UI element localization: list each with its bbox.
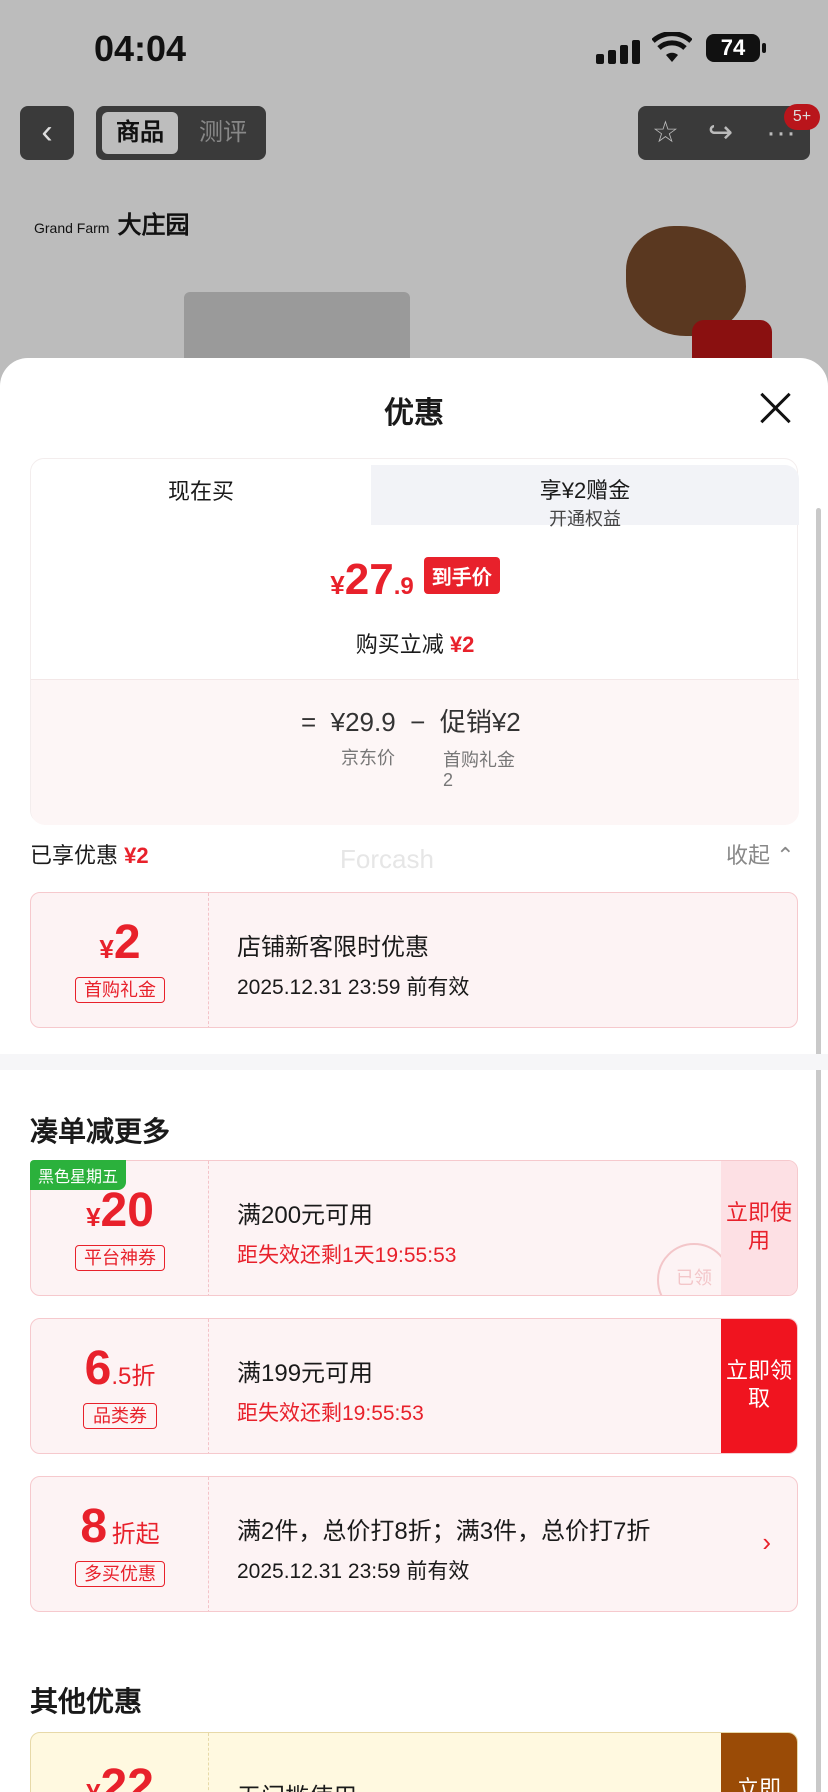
coupon-other: ¥22 无门槛使用 立即 — [30, 1732, 798, 1792]
reduction-text: 购买立减 ¥2 — [355, 632, 475, 657]
watermark: Forcash — [340, 844, 434, 874]
back-button[interactable]: ‹ — [20, 106, 74, 160]
price-card: 享¥2赠金 开通权益 现在买 ¥27.9 到手价 购买立减 ¥2 = ¥29.9 … — [30, 458, 799, 825]
section-divider — [0, 1054, 828, 1070]
chevron-right-icon[interactable]: › — [762, 1527, 771, 1558]
wifi-icon — [652, 32, 692, 62]
tab-review[interactable]: 测评 — [192, 112, 254, 154]
other-section-title: 其他优惠 — [30, 1686, 143, 1717]
price-breakdown: = ¥29.9 − 促销¥2 京东价 首购礼金 2 — [31, 679, 799, 825]
tab-buy-now[interactable]: 现在买 — [31, 459, 371, 525]
scrollbar[interactable] — [816, 508, 821, 1792]
cellular-signal-icon — [596, 38, 642, 64]
sheet-title: 优惠 — [384, 397, 444, 430]
coupon-platform: ¥20 平台神券 满200元可用 距失效还剩1天19:55:53 已领 立即使用 — [30, 1160, 798, 1296]
tab-product[interactable]: 商品 — [102, 112, 178, 154]
use-now-button[interactable]: 立即使用 — [721, 1161, 797, 1295]
tab-bonus[interactable]: 享¥2赠金 开通权益 — [371, 465, 799, 529]
brand-logo: Grand Farm 大庄园 — [34, 212, 190, 239]
status-bar: 04:04 74 — [0, 0, 828, 100]
black-friday-badge: 黑色星期五 — [30, 1160, 127, 1190]
more-section-title: 凑单减更多 — [30, 1116, 171, 1147]
discount-sheet: 优惠 享¥2赠金 开通权益 现在买 ¥27.9 到手价 购买立减 ¥2 = ¥29… — [0, 358, 828, 1792]
battery-icon: 74 — [706, 34, 766, 62]
claim-now-button[interactable]: 立即领取 — [721, 1319, 797, 1453]
clock: 04:04 — [94, 28, 187, 69]
coupon-category: 6.5折 品类券 满199元可用 距失效还剩19:55:53 立即领取 — [30, 1318, 798, 1454]
coupon-multibuy[interactable]: 8 折起 多买优惠 满2件，总价打8折；满3件，总价打7折 2025.12.31… — [30, 1476, 798, 1612]
enjoyed-coupon: ¥2 首购礼金 店铺新客限时优惠 2025.12.31 23:59 前有效 — [30, 892, 798, 1028]
claimed-stamp: 已领 — [657, 1243, 731, 1295]
top-tabs: 商品 测评 — [96, 106, 266, 160]
cart-badge: 5+ — [784, 104, 820, 130]
enjoyed-label: 已享优惠 ¥2 — [30, 843, 149, 868]
other-coupon-button[interactable]: 立即 — [721, 1733, 797, 1792]
star-icon[interactable]: ☆ — [652, 106, 679, 160]
share-icon[interactable]: ↪ — [708, 106, 733, 160]
close-icon[interactable] — [756, 388, 796, 428]
final-price: ¥27.9 到手价 — [31, 555, 799, 605]
final-price-tag: 到手价 — [423, 557, 500, 594]
collapse-button[interactable]: 收起 ⌃ — [726, 838, 795, 870]
